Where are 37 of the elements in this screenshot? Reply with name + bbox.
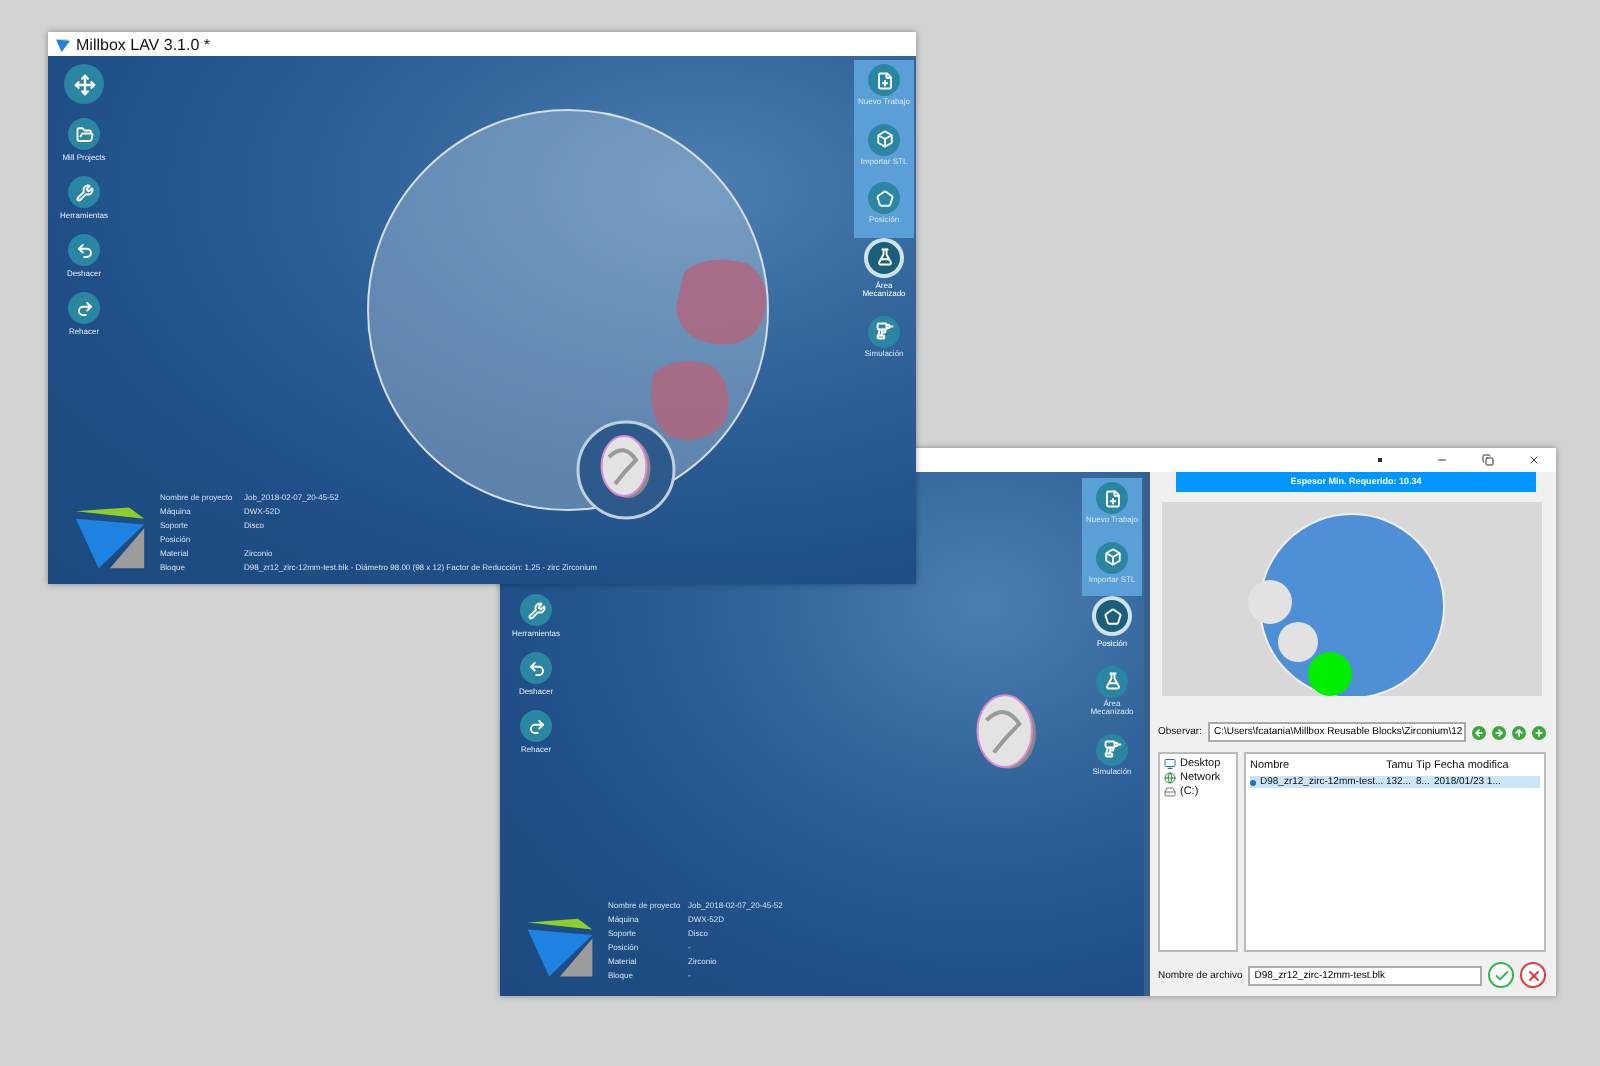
minimize-icon[interactable] bbox=[1436, 454, 1448, 466]
undo-icon bbox=[520, 652, 552, 684]
box-icon bbox=[1096, 541, 1128, 573]
monitor-icon bbox=[1164, 758, 1176, 770]
flask-icon bbox=[868, 241, 900, 273]
file-icon bbox=[1250, 779, 1256, 785]
wrench-icon bbox=[520, 594, 552, 626]
close-icon[interactable] bbox=[1528, 454, 1540, 466]
drive-icon bbox=[1164, 786, 1176, 798]
restoration-shape bbox=[651, 360, 729, 440]
drill-icon bbox=[1096, 733, 1128, 765]
drill-icon bbox=[868, 315, 900, 347]
folder-icon bbox=[68, 118, 100, 150]
app-icon bbox=[56, 37, 70, 51]
confirm-button[interactable] bbox=[1488, 962, 1514, 988]
wrench-icon bbox=[68, 176, 100, 208]
move-icon bbox=[64, 64, 104, 104]
back-button[interactable] bbox=[1472, 725, 1486, 739]
cancel-button[interactable] bbox=[1520, 962, 1546, 988]
tooth-model bbox=[976, 694, 1036, 769]
restore-icon[interactable] bbox=[1482, 454, 1494, 466]
redo-icon bbox=[68, 292, 100, 324]
file-plus-icon bbox=[1096, 482, 1128, 514]
forward-button[interactable] bbox=[1492, 725, 1506, 739]
new-folder-button[interactable] bbox=[1532, 725, 1546, 739]
file-plus-icon bbox=[868, 64, 900, 96]
box-icon bbox=[868, 123, 900, 155]
flask-icon bbox=[1096, 665, 1128, 697]
redo-icon bbox=[520, 710, 552, 742]
cancel-icon bbox=[1525, 967, 1541, 983]
undo-icon bbox=[68, 234, 100, 266]
tooth-model bbox=[600, 435, 651, 498]
window-title: Millbox LAV 3.1.0 * bbox=[76, 35, 210, 53]
restoration-shape bbox=[676, 259, 766, 345]
up-button[interactable] bbox=[1512, 725, 1526, 739]
globe-icon bbox=[1164, 772, 1176, 784]
check-icon bbox=[1493, 967, 1509, 983]
